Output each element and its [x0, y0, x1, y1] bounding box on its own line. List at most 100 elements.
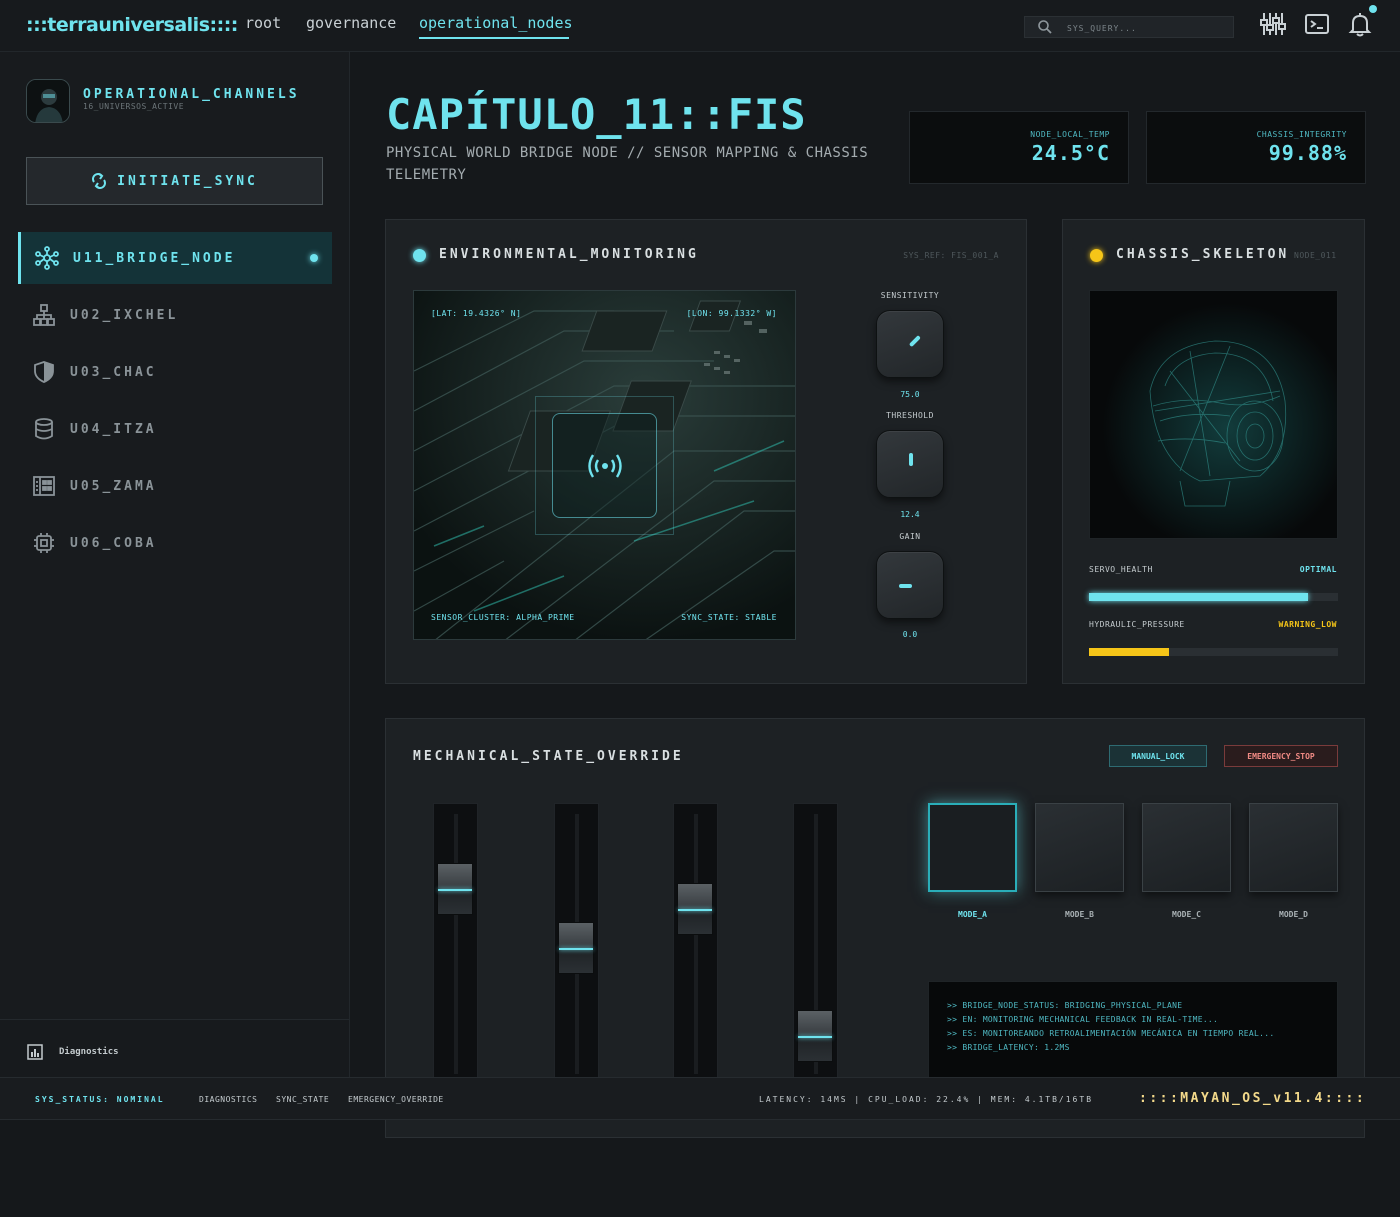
hydraulic-pressure-bar — [1089, 648, 1338, 656]
nav-operational-nodes[interactable]: operational_nodes — [419, 14, 573, 32]
notification-dot — [1369, 5, 1377, 13]
initiate-sync-button[interactable]: INITIATE_SYNC — [26, 157, 323, 205]
knob-indicator — [899, 584, 912, 588]
terminal-icon[interactable] — [1303, 10, 1331, 38]
sliders-icon[interactable] — [1259, 10, 1287, 38]
warning-dot — [1090, 249, 1103, 262]
servo-health-fill — [1089, 593, 1309, 601]
knob-value-sensitivity: 75.0 — [900, 390, 920, 399]
emergency-stop-button[interactable]: EMERGENCY_STOP — [1224, 745, 1338, 767]
status-link-emergency-override[interactable]: EMERGENCY_OVERRIDE — [348, 1095, 444, 1104]
status-link-diagnostics[interactable]: DIAGNOSTICS — [199, 1095, 257, 1104]
fader-2[interactable] — [554, 803, 599, 1083]
active-dot — [310, 254, 318, 262]
stat-value: 99.88% — [1268, 141, 1347, 165]
knob-label-threshold: THRESHOLD — [886, 411, 934, 420]
fader-cap[interactable] — [558, 922, 594, 975]
mode-d-label: MODE_D — [1279, 910, 1308, 919]
fader-cap-line — [678, 908, 712, 911]
page-subtitle: PHYSICAL WORLD BRIDGE NODE // SENSOR MAP… — [386, 145, 869, 183]
system-metrics: LATENCY: 14MS | CPU_LOAD: 22.4% | MEM: 4… — [759, 1095, 1094, 1104]
reticle-target[interactable] — [552, 413, 657, 518]
sidebar-item-u06-coba[interactable]: U06_COBA — [18, 517, 332, 569]
sync-icon — [92, 173, 107, 189]
fader-1[interactable] — [433, 803, 478, 1083]
sensor-camera-view[interactable]: [LAT: 19.4326° N] [LON: 99.1332° W] SENS… — [413, 290, 796, 640]
avatar-figure-icon — [27, 80, 69, 122]
servo-health-status: OPTIMAL — [1299, 565, 1337, 574]
sidebar-item-label: U11_BRIDGE_NODE — [73, 250, 236, 266]
sidebar-item-u02-ixchel[interactable]: U02_IXCHEL — [18, 289, 332, 341]
servo-health-bar — [1089, 593, 1338, 601]
panel-title: ENVIRONMENTAL_MONITORING — [439, 247, 699, 262]
sidebar-item-u11-bridge-node[interactable]: U11_BRIDGE_NODE — [18, 232, 332, 284]
sidebar-subtitle: 16_UNIVERSOS_ACTIVE — [83, 102, 185, 111]
avatar[interactable] — [26, 79, 70, 123]
stat-value: 24.5°C — [1031, 141, 1110, 165]
search-box[interactable] — [1024, 16, 1234, 38]
knob-value-threshold: 12.4 — [900, 510, 920, 519]
fader-cap[interactable] — [437, 863, 473, 915]
skeleton-3d-view[interactable] — [1089, 290, 1338, 539]
sidebar-item-u05-zama[interactable]: U05_ZAMA — [18, 460, 332, 512]
chip-icon — [34, 533, 54, 553]
top-bar: :::terrauniversalis:::: root governance … — [0, 0, 1400, 52]
environmental-monitoring-panel: ENVIRONMENTAL_MONITORING SYS_REF: FIS_00… — [385, 219, 1027, 684]
sidebar-title: OPERATIONAL_CHANNELS — [83, 87, 300, 102]
sidebar-item-label: U06_COBA — [70, 535, 157, 551]
nav-root[interactable]: root — [245, 14, 281, 32]
knob-value-gain: 0.0 — [902, 630, 918, 639]
sidebar-item-label: U02_IXCHEL — [70, 307, 179, 323]
sidebar-item-label: U03_CHAC — [70, 364, 157, 380]
diagnostics-chart-icon[interactable] — [27, 1044, 43, 1060]
bell-icon[interactable] — [1346, 10, 1374, 38]
panel-title: CHASSIS_SKELETON — [1116, 247, 1290, 262]
hydraulic-pressure-label: HYDRAULIC_PRESSURE — [1089, 620, 1185, 629]
console-line: >> ES: MONITOREANDO RETROALIMENTACIÓN ME… — [947, 1029, 1275, 1038]
fader-cap-line — [559, 948, 593, 951]
sys-ref: SYS_REF: FIS_001_A — [903, 251, 999, 260]
stat-card-chassis-integrity: CHASSIS_INTEGRITY 99.88% — [1146, 111, 1366, 184]
diagnostics-link[interactable]: Diagnostics — [59, 1047, 119, 1057]
hydraulic-pressure-fill — [1089, 648, 1169, 656]
chassis-skeleton-panel: CHASSIS_SKELETON NODE_011 SERVO_HEALTH O… — [1062, 219, 1365, 684]
gain-knob[interactable] — [876, 551, 944, 619]
sensitivity-knob[interactable] — [876, 310, 944, 378]
sidebar-item-label: U04_ITZA — [70, 421, 157, 437]
database-icon — [35, 418, 53, 440]
threshold-knob[interactable] — [876, 430, 944, 498]
knob-label-gain: GAIN — [899, 532, 921, 541]
fader-slot — [694, 814, 698, 1074]
search-input[interactable] — [1067, 20, 1227, 36]
manual-lock-button[interactable]: MANUAL_LOCK — [1109, 745, 1207, 767]
status-link-sync-state[interactable]: SYNC_STATE — [276, 1095, 329, 1104]
fader-cap[interactable] — [797, 1010, 833, 1063]
console-log: >> BRIDGE_NODE_STATUS: BRIDGING_PHYSICAL… — [928, 981, 1338, 1091]
fader-3[interactable] — [673, 803, 718, 1083]
fader-cap-line — [798, 1036, 832, 1039]
network-icon — [35, 246, 59, 270]
hierarchy-icon — [33, 304, 55, 326]
mode-c-button[interactable] — [1142, 803, 1231, 892]
mechanical-state-override-panel: MECHANICAL_STATE_OVERRIDE MANUAL_LOCK EM… — [385, 718, 1365, 1138]
mode-d-button[interactable] — [1249, 803, 1338, 892]
nav-governance[interactable]: governance — [306, 14, 396, 32]
hydraulic-pressure-status: WARNING_LOW — [1278, 620, 1337, 629]
sidebar-item-u04-itza[interactable]: U04_ITZA — [18, 403, 332, 455]
sidebar-item-u03-chac[interactable]: U03_CHAC — [18, 346, 332, 398]
sync-state-readout: SYNC_STATE: STABLE — [681, 613, 777, 622]
robot-head-wireframe — [1090, 291, 1337, 538]
status-dot — [413, 249, 426, 262]
stat-card-node-temp: NODE_LOCAL_TEMP 24.5°C — [909, 111, 1129, 184]
mode-a-button[interactable] — [928, 803, 1017, 892]
mode-b-label: MODE_B — [1065, 910, 1094, 919]
node-ref: NODE_011 — [1294, 251, 1337, 260]
console-line: >> BRIDGE_LATENCY: 1.2MS — [947, 1043, 1070, 1052]
search-icon — [1038, 20, 1052, 34]
fader-4[interactable] — [793, 803, 838, 1083]
panel-title: MECHANICAL_STATE_OVERRIDE — [413, 749, 684, 764]
mode-b-button[interactable] — [1035, 803, 1124, 892]
sensor-cluster-readout: SENSOR_CLUSTER: ALPHA_PRIME — [431, 613, 575, 622]
fader-cap[interactable] — [677, 882, 713, 935]
logo[interactable]: :::terrauniversalis:::: — [26, 14, 238, 36]
